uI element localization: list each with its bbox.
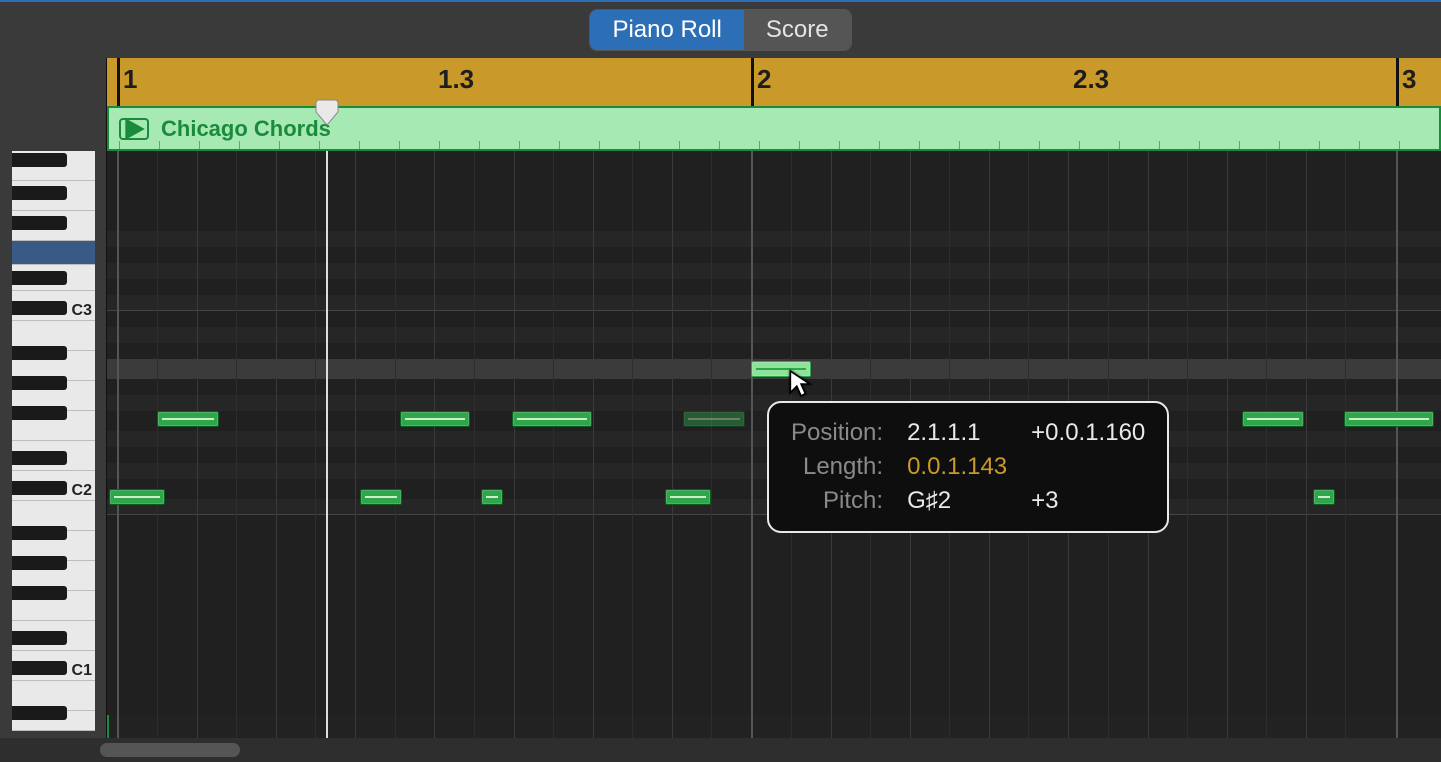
midi-note[interactable]	[683, 411, 745, 427]
tab-score[interactable]: Score	[744, 10, 851, 50]
tab-piano-roll[interactable]: Piano Roll	[590, 10, 743, 50]
view-toolbar: Piano Roll Score	[0, 0, 1441, 58]
region-ticks	[109, 139, 1439, 149]
ruler-marker: 1	[123, 64, 137, 95]
key-label-c1: C1	[72, 662, 92, 680]
ruler-marker: 3	[1402, 64, 1416, 95]
midi-note[interactable]	[360, 489, 402, 505]
key-label-c3: C3	[72, 302, 92, 320]
timeline-ruler[interactable]: 1 1.3 2 2.3 3	[107, 58, 1441, 106]
view-tab-group: Piano Roll Score	[589, 9, 851, 51]
key-label-c2: C2	[72, 482, 92, 500]
scrollbar-thumb[interactable]	[100, 743, 240, 757]
midi-note[interactable]	[1242, 411, 1304, 427]
region-title: Chicago Chords	[161, 116, 331, 142]
tooltip-position-value: 2.1.1.1	[907, 419, 1007, 447]
midi-note[interactable]	[1344, 411, 1434, 427]
playhead-handle[interactable]	[315, 98, 339, 126]
play-region-icon[interactable]	[119, 118, 149, 140]
tooltip-length-value: 0.0.1.143	[907, 453, 1007, 481]
piano-roll-grid[interactable]: Position: 2.1.1.1 +0.0.1.160 Length: 0.0…	[107, 151, 1441, 738]
tooltip-pitch-label: Pitch:	[791, 487, 883, 515]
tooltip-pitch-delta: +3	[1031, 487, 1145, 515]
piano-keyboard[interactable]: C3 C2 C1	[0, 58, 107, 738]
tooltip-position-delta: +0.0.1.160	[1031, 419, 1145, 447]
midi-note[interactable]	[400, 411, 470, 427]
ruler-marker: 2.3	[1073, 64, 1109, 95]
editor-main: 1 1.3 2 2.3 3 Chicago Chords	[0, 58, 1441, 762]
tooltip-pitch-value: G♯2	[907, 487, 1007, 515]
region-header[interactable]: Chicago Chords	[107, 106, 1441, 151]
playhead[interactable]	[326, 151, 328, 738]
tooltip-position-label: Position:	[791, 419, 883, 447]
midi-note[interactable]	[512, 411, 592, 427]
midi-note[interactable]	[1313, 489, 1335, 505]
midi-note[interactable]	[157, 411, 219, 427]
midi-note[interactable]	[665, 489, 711, 505]
horizontal-scrollbar[interactable]	[0, 738, 1441, 762]
note-info-tooltip: Position: 2.1.1.1 +0.0.1.160 Length: 0.0…	[767, 401, 1169, 533]
midi-note[interactable]	[109, 489, 165, 505]
ruler-marker: 1.3	[438, 64, 474, 95]
tooltip-length-label: Length:	[791, 453, 883, 481]
midi-note[interactable]	[481, 489, 503, 505]
cursor-pointer-icon	[787, 369, 813, 399]
ruler-marker: 2	[757, 64, 771, 95]
